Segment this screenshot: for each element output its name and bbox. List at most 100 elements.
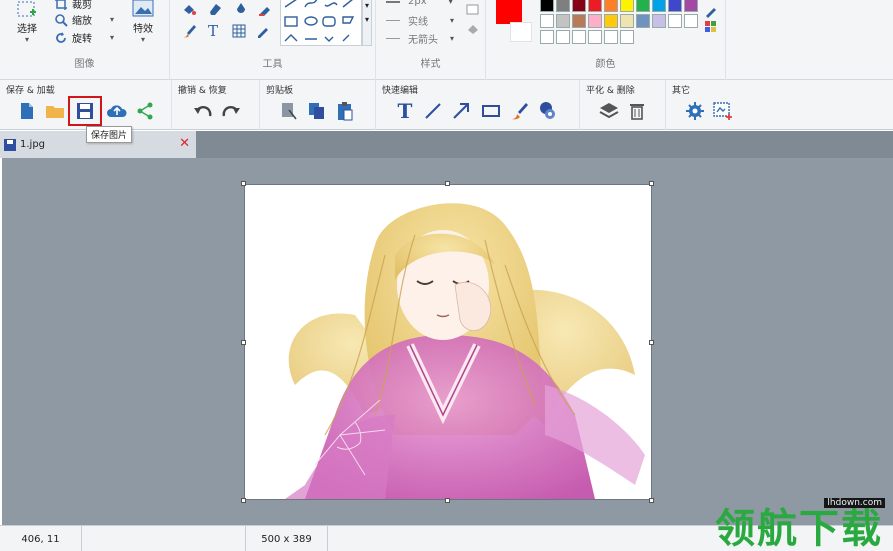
line-icon [425,103,441,119]
group-clipboard: 剪贴板 [260,80,376,130]
image-canvas[interactable] [244,184,652,500]
arrow-icon [453,103,469,119]
arrow-tool-button[interactable] [450,100,472,122]
fill-bucket-icon[interactable] [182,2,196,16]
color-dropper-icon[interactable] [704,4,718,18]
group-label: 保存 & 加载 [6,86,55,96]
palette-swatch[interactable] [556,30,570,44]
palette-swatch[interactable] [652,14,666,28]
palette-swatch[interactable] [684,0,698,12]
palette-swatch[interactable] [636,0,650,12]
settings-button[interactable] [684,100,706,122]
resize-handle-sw[interactable] [241,498,246,503]
group-label: 平化 & 删除 [586,86,635,96]
resize-handle-w[interactable] [241,340,246,345]
delete-button[interactable] [626,100,648,122]
rotate-icon [56,31,66,43]
resize-handle-s[interactable] [445,498,450,503]
palette-swatch[interactable] [604,0,618,12]
text-tool-icon[interactable]: T [208,22,218,40]
palette-swatch[interactable] [540,0,554,12]
palette-swatch[interactable] [652,0,666,12]
blur-tool-button[interactable] [536,100,558,122]
palette-swatch[interactable] [540,14,554,28]
line-width-icon [386,0,400,3]
flatten-button[interactable] [598,100,620,122]
brush-tool-button[interactable] [508,100,530,122]
save-icon [4,138,16,151]
rectangle-tool-button[interactable] [480,100,502,122]
secondary-color-swatch[interactable] [510,22,532,42]
shape-gallery-scroll[interactable]: ▾ ▾ [362,0,372,46]
palette-swatch[interactable] [556,14,570,28]
palette-swatch[interactable] [588,14,602,28]
palette-swatch[interactable] [556,0,570,12]
palette-swatch[interactable] [620,30,634,44]
chevron-down-icon: ▾ [448,0,453,6]
color-mixer-icon[interactable] [704,20,718,34]
palette-swatch[interactable] [572,30,586,44]
resize-handle-e[interactable] [649,340,654,345]
resize-button[interactable]: 缩放 ▾ [54,12,114,27]
mosaic-icon[interactable] [232,24,246,38]
share-button[interactable] [134,100,156,122]
group-flatten-delete: 平化 & 删除 [580,80,666,130]
palette-swatch[interactable] [604,14,618,28]
line-width-select[interactable]: 2px ▾ [386,0,453,7]
group-label: 快速编辑 [382,86,419,96]
primary-color-swatch[interactable] [496,0,522,24]
outline-icon[interactable] [466,4,480,16]
chevron-down-icon[interactable]: ▾ [10,35,44,44]
new-file-button[interactable] [16,100,38,122]
undo-button[interactable] [192,100,214,122]
rotate-label: 旋转 [72,34,92,45]
open-folder-button[interactable] [44,100,66,122]
chevron-down-icon[interactable]: ▾ [110,33,114,42]
brush-icon[interactable] [182,24,196,38]
paste-button[interactable] [334,100,356,122]
rotate-button[interactable]: 旋转 ▾ [54,30,114,45]
palette-swatch[interactable] [572,14,586,28]
group-quick-edit: 快速编辑 T [376,80,580,130]
palette-swatch[interactable] [572,0,586,12]
redo-button[interactable] [220,100,242,122]
palette-swatch[interactable] [668,14,682,28]
effects-button[interactable]: 特效 ▾ [126,0,160,44]
arrow-style-select[interactable]: 无箭头 ▾ [386,31,454,46]
group-undo-redo: 撤销 & 恢复 [172,80,260,130]
palette-swatch[interactable] [540,30,554,44]
dropper-icon[interactable] [234,2,248,16]
palette-swatch[interactable] [636,14,650,28]
palette-swatch[interactable] [604,30,618,44]
add-watermark-button[interactable] [712,100,734,122]
palette-swatch[interactable] [620,14,634,28]
palette-swatch[interactable] [588,30,602,44]
save-image-button[interactable] [68,96,102,126]
cut-button[interactable] [278,100,300,122]
line-tool-button[interactable] [422,100,444,122]
palette-swatch[interactable] [588,0,602,12]
close-icon[interactable]: ✕ [179,136,190,151]
group-save-load: 保存 & 加载 [0,80,172,130]
palette-swatch[interactable] [684,14,698,28]
resize-handle-nw[interactable] [241,181,246,186]
select-button[interactable]: 选择 ▾ [10,0,44,44]
resize-handle-ne[interactable] [649,181,654,186]
chevron-down-icon[interactable]: ▾ [126,35,160,44]
redo-icon [222,105,240,117]
crop-button[interactable]: 裁剪 [54,0,92,11]
text-tool-icon[interactable]: T [394,99,416,123]
palette-swatch[interactable] [668,0,682,12]
copy-button[interactable] [306,100,328,122]
chevron-down-icon[interactable]: ▾ [110,15,114,24]
line-style-select[interactable]: 实线 ▾ [386,13,454,28]
eraser-icon[interactable] [208,2,222,16]
color-picker-icon[interactable] [258,2,272,16]
pen-icon[interactable] [256,24,270,38]
fill-style-icon[interactable] [466,22,480,36]
upload-cloud-button[interactable] [106,100,128,122]
resize-handle-se[interactable] [649,498,654,503]
resize-handle-n[interactable] [445,181,450,186]
palette-swatch[interactable] [620,0,634,12]
shape-gallery[interactable] [280,0,362,46]
